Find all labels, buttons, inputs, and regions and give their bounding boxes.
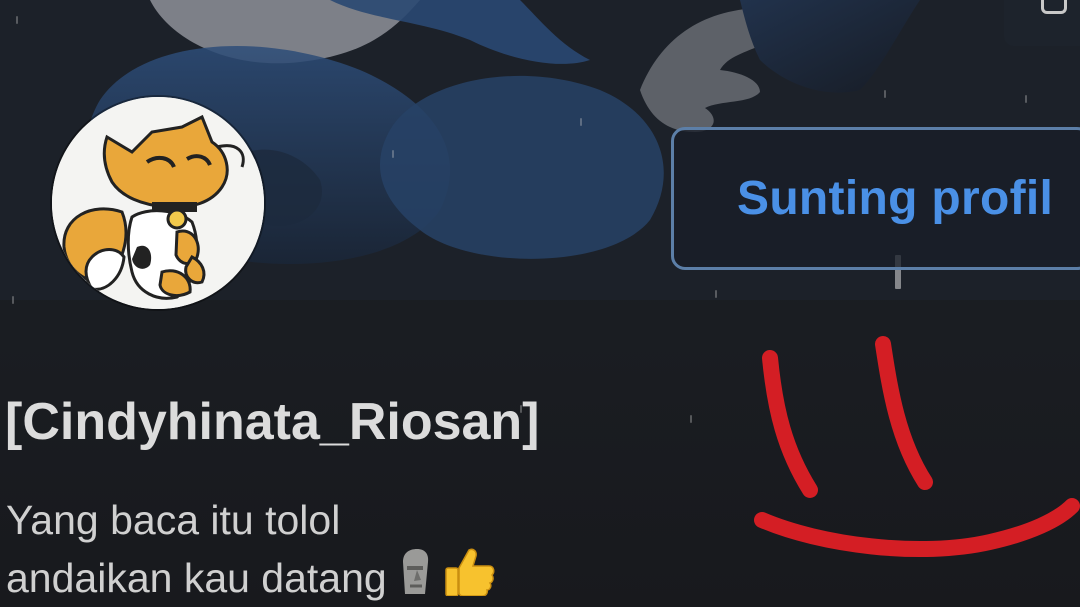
avatar-character-image (52, 97, 264, 309)
speck-decoration (1025, 95, 1027, 103)
edit-profile-label: Sunting profil (737, 172, 1054, 225)
cut-off-text-fragment (430, 596, 680, 607)
speck-decoration (580, 118, 582, 126)
moai-icon (395, 548, 435, 607)
speck-decoration (392, 150, 394, 158)
profile-avatar[interactable] (52, 97, 264, 309)
speck-decoration (16, 16, 18, 24)
profile-screen: Sunting profil [Cindyhinata_Riosan] Yang… (0, 0, 1080, 607)
profile-username: [Cindyhinata_Riosan] (5, 393, 540, 451)
speck-decoration (690, 415, 692, 423)
edit-profile-button[interactable]: Sunting profil (671, 127, 1080, 270)
speck-decoration (715, 290, 717, 298)
drawn-smiley-overlay (754, 336, 1080, 558)
bio-line-1: Yang baca itu tolol (6, 497, 341, 543)
profile-bio: Yang baca itu tolol andaikan kau datang (6, 494, 495, 601)
bio-line-2-text: andaikan kau datang (6, 555, 387, 601)
speck-decoration (12, 296, 14, 304)
share-icon[interactable] (1041, 0, 1067, 14)
bio-line-2: andaikan kau datang (6, 546, 495, 601)
speck-decoration (884, 90, 886, 98)
